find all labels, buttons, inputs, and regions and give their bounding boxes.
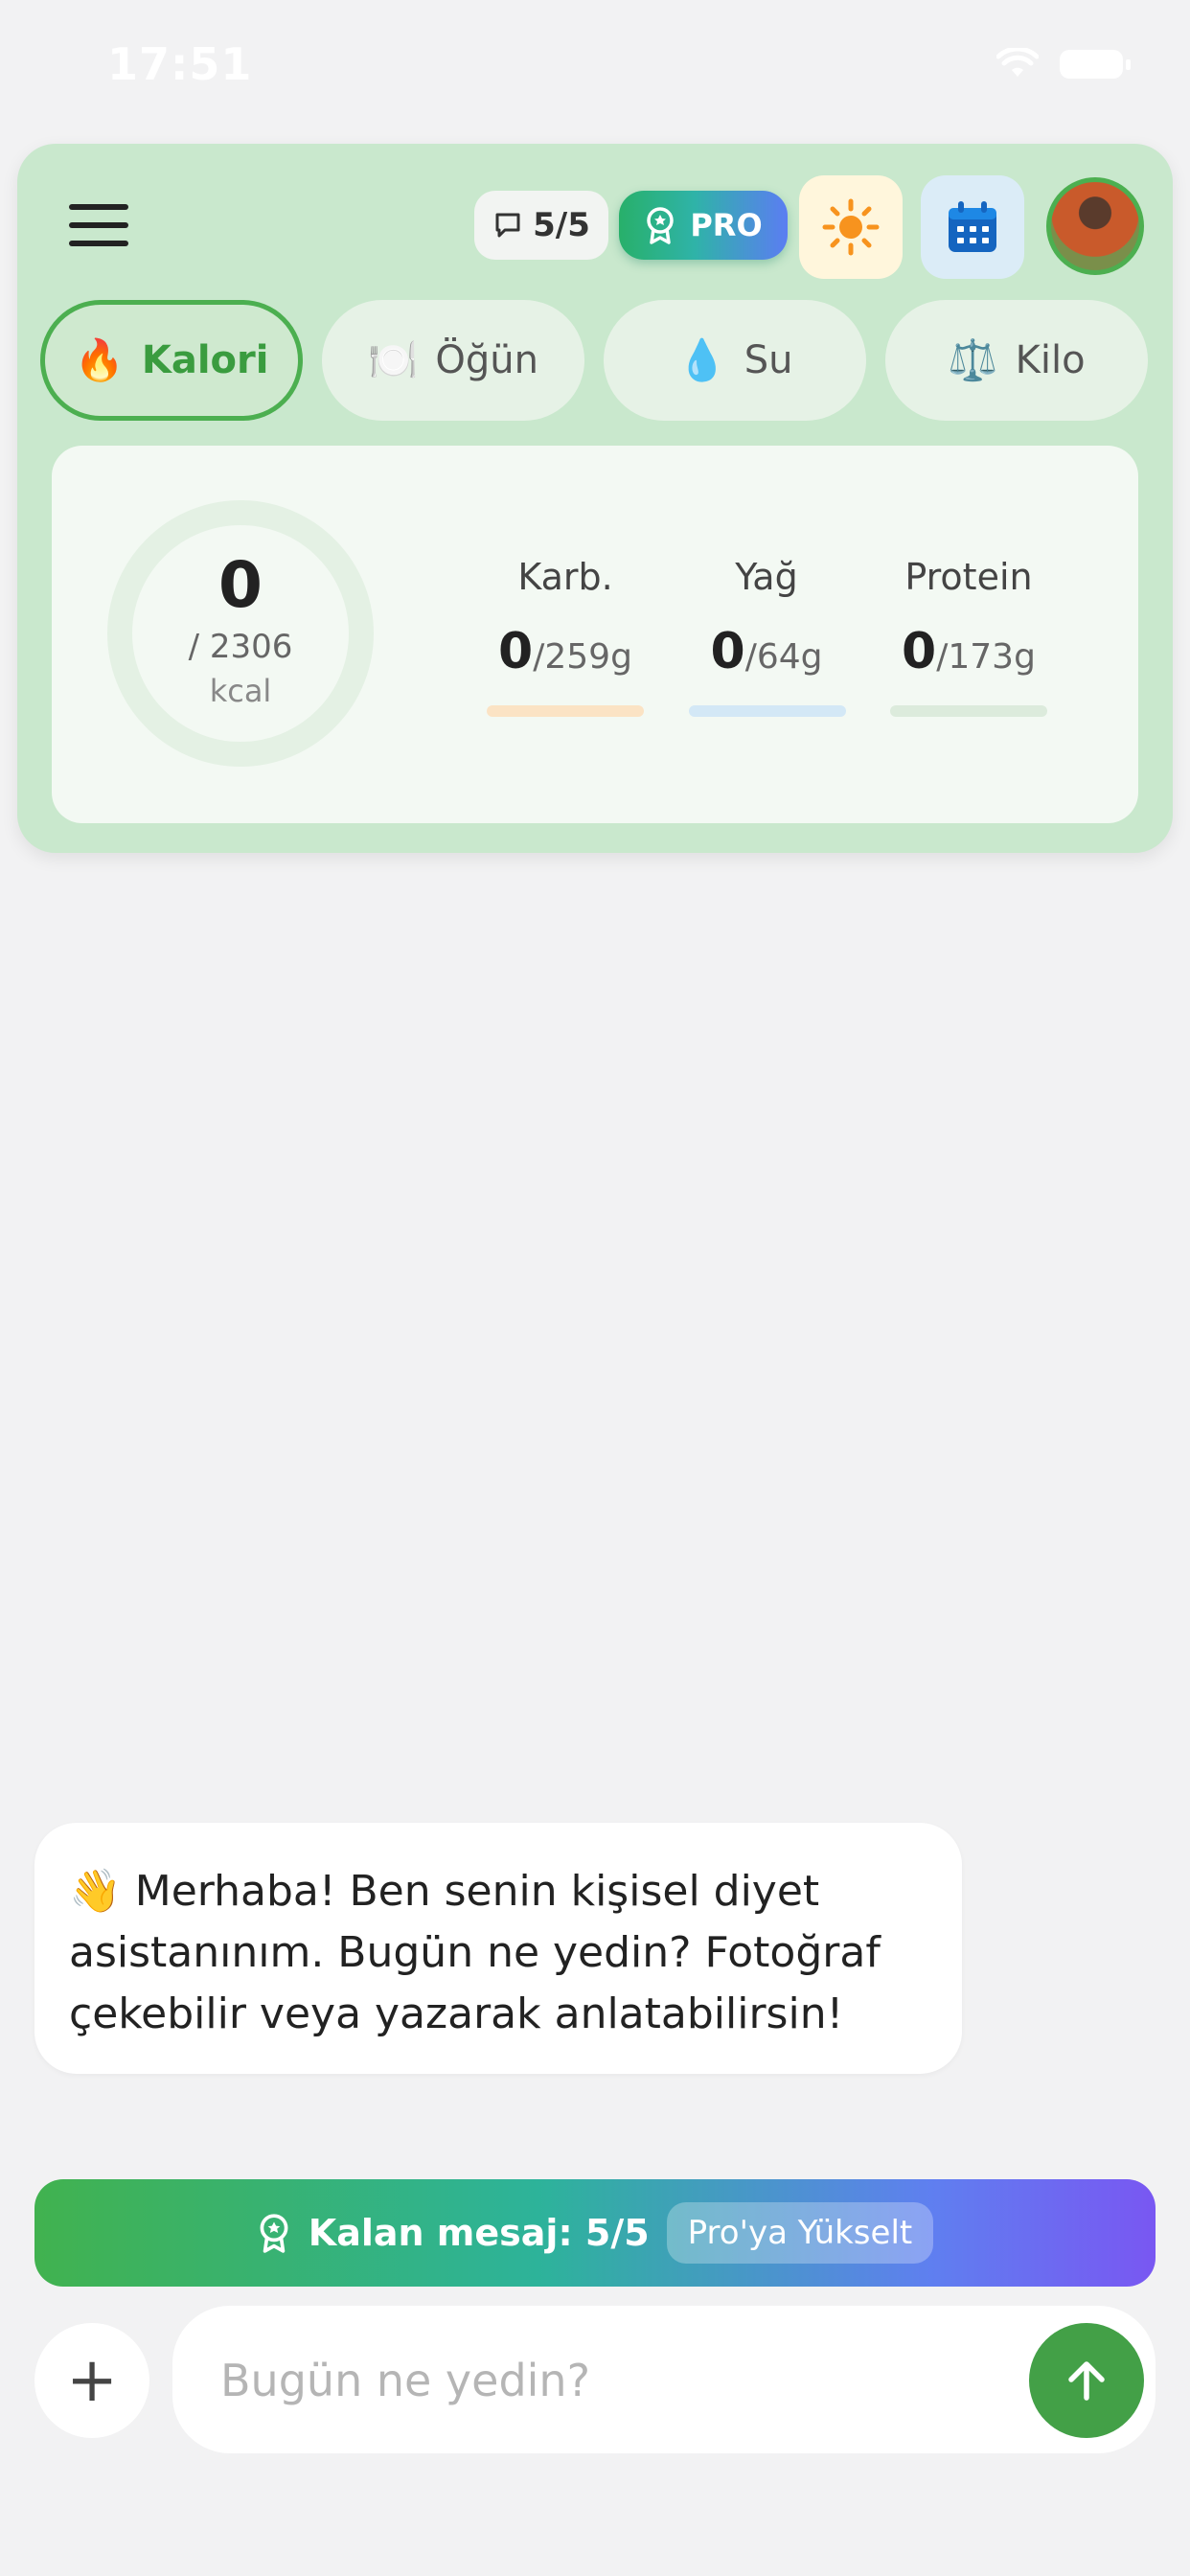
status-time: 17:51 — [107, 38, 253, 90]
tab-su[interactable]: 💧 Su — [604, 300, 866, 421]
calories-consumed: 0 — [218, 548, 263, 622]
macro-goal: /173g — [936, 637, 1036, 677]
tab-label: Su — [744, 338, 793, 382]
calendar-button[interactable] — [921, 175, 1024, 279]
tab-ogun[interactable]: 🍽️ Öğün — [322, 300, 584, 421]
tab-label: Öğün — [435, 338, 538, 382]
add-attachment-button[interactable]: + — [34, 2323, 149, 2438]
tab-kalori[interactable]: 🔥 Kalori — [40, 300, 303, 421]
sun-icon — [822, 198, 880, 256]
upgrade-pro-button[interactable]: Pro'ya Yükselt — [666, 2202, 934, 2264]
water-drop-icon: 💧 — [676, 336, 727, 383]
tab-label: Kalori — [141, 338, 269, 382]
macro-label: Protein — [904, 556, 1033, 598]
macro-protein: Protein 0/173g — [868, 556, 1069, 680]
macro-bar-carbs — [487, 705, 644, 717]
macro-label: Yağ — [735, 556, 798, 598]
macro-goal: /64g — [744, 637, 823, 677]
message-counter: 5/5 — [533, 206, 590, 244]
fire-icon: 🔥 — [74, 336, 125, 383]
macro-fat: Yağ 0/64g — [666, 556, 867, 680]
award-icon — [647, 207, 675, 244]
macro-bar-protein — [890, 705, 1047, 717]
macro-value: 0 — [498, 623, 534, 680]
status-indicators — [996, 48, 1131, 80]
message-input[interactable] — [218, 2344, 970, 2417]
message-counter-chip[interactable]: 5/5 — [474, 191, 608, 260]
scale-icon: ⚖️ — [948, 336, 998, 383]
tab-kilo[interactable]: ⚖️ Kilo — [885, 300, 1148, 421]
battery-icon — [1060, 50, 1131, 79]
macro-carbs: Karb. 0/259g — [465, 556, 666, 680]
calories-unit: kcal — [209, 673, 272, 709]
plate-icon: 🍽️ — [368, 336, 419, 383]
macro-bar-fat — [689, 705, 846, 717]
theme-toggle-button[interactable] — [799, 175, 903, 279]
pro-badge-button[interactable]: PRO — [619, 191, 788, 260]
message-input-container — [172, 2306, 1156, 2453]
chat-bubble-icon — [495, 213, 520, 238]
pro-label: PRO — [690, 207, 763, 243]
award-icon — [260, 2214, 288, 2253]
assistant-message-bubble: 👋 Merhaba! Ben senin kişisel diyet asist… — [34, 1823, 962, 2074]
macro-goal: /259g — [533, 637, 632, 677]
calendar-icon — [949, 201, 996, 252]
macro-value: 0 — [902, 623, 937, 680]
arrow-up-icon — [1068, 2361, 1105, 2401]
macro-value: 0 — [710, 623, 745, 680]
menu-button[interactable] — [69, 204, 128, 246]
remaining-messages-banner[interactable]: Kalan mesaj: 5/5 Pro'ya Yükselt — [34, 2179, 1156, 2287]
remaining-messages-label: Kalan mesaj: 5/5 — [308, 2212, 650, 2254]
plus-icon: + — [66, 2345, 118, 2416]
tab-label: Kilo — [1015, 338, 1086, 382]
send-button[interactable] — [1029, 2323, 1144, 2438]
assistant-message-text: 👋 Merhaba! Ben senin kişisel diyet asist… — [69, 1867, 881, 2038]
calories-goal: / 2306 — [188, 628, 293, 666]
user-avatar[interactable] — [1046, 177, 1144, 275]
macro-label: Karb. — [517, 556, 613, 598]
wifi-icon — [996, 48, 1039, 77]
